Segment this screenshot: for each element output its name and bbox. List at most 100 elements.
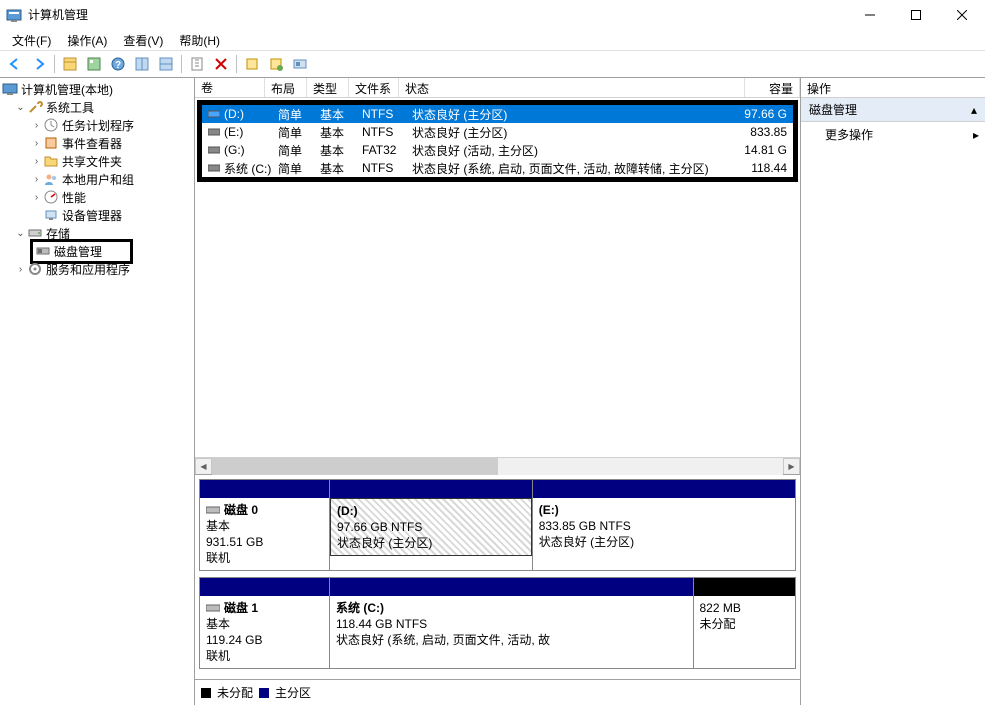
partition-status: 未分配 [700,616,790,632]
forward-button[interactable] [28,53,50,75]
partition-header [694,578,796,596]
disk-mgmt-icon [35,243,51,259]
scroll-track[interactable] [212,458,783,475]
actions-section[interactable]: 磁盘管理 ▴ [801,98,985,122]
scroll-right-button[interactable]: ▶ [783,458,800,475]
scroll-thumb[interactable] [212,458,498,475]
toolbar-icon-9[interactable] [265,53,287,75]
toolbar-icon-8[interactable] [241,53,263,75]
tree-disk-management[interactable]: 磁盘管理 [0,242,194,260]
volume-layout: 简单 [272,159,314,178]
expand-icon[interactable]: › [30,174,43,185]
navigation-tree[interactable]: 计算机管理(本地) ⌄ 系统工具 ›任务计划程序 ›事件查看器 ›共享文件夹 [0,78,195,705]
disk-partitions: 系统 (C:)118.44 GB NTFS状态良好 (系统, 启动, 页面文件,… [330,578,795,668]
volume-name: (E:) [224,125,243,139]
horizontal-scrollbar[interactable]: ◀ ▶ [195,457,800,474]
disk-size: 931.51 GB [206,534,323,550]
scroll-left-button[interactable]: ◀ [195,458,212,475]
volume-fs: NTFS [356,160,406,176]
disk-info[interactable]: 磁盘 1基本119.24 GB联机 [200,578,330,668]
toolbar-icon-10[interactable] [289,53,311,75]
disk-info[interactable]: 磁盘 0基本931.51 GB联机 [200,480,330,570]
tree-device-manager[interactable]: ›设备管理器 [0,206,194,224]
menu-action[interactable]: 操作(A) [59,30,115,50]
volume-row[interactable]: 系统 (C:)简单基本NTFS状态良好 (系统, 启动, 页面文件, 活动, 故… [202,159,793,177]
toolbar-icon-4[interactable] [131,53,153,75]
expand-icon[interactable]: › [30,138,43,149]
disk-status: 联机 [206,648,323,664]
menu-file[interactable]: 文件(F) [4,30,59,50]
toolbar-icon-help[interactable]: ? [107,53,129,75]
drive-icon [208,145,220,155]
volume-list[interactable]: (D:)简单基本NTFS状态良好 (主分区)97.66 G (E:) 简单基本NTF… [197,100,798,182]
expand-icon[interactable]: › [30,156,43,167]
partition[interactable]: (E:)833.85 GB NTFS状态良好 (主分区) [532,480,795,570]
col-status[interactable]: 状态 [399,78,745,97]
col-volume[interactable]: 卷 [195,78,265,97]
partition-status: 状态良好 (系统, 启动, 页面文件, 活动, 故 [336,632,687,648]
content-pane: 卷 布局 类型 文件系统 状态 容量 (D:)简单基本NTFS状态良好 (主分区… [195,78,801,705]
expand-icon[interactable]: › [30,120,43,131]
app-icon [6,7,22,23]
users-icon [43,171,59,187]
volume-status: 状态良好 (主分区) [406,123,738,142]
back-button[interactable] [4,53,26,75]
partition[interactable]: 822 MB未分配 [693,578,796,668]
volume-row[interactable]: (G:)简单基本FAT32状态良好 (活动, 主分区)14.81 G [202,141,793,159]
menu-help[interactable]: 帮助(H) [171,30,228,50]
tools-icon [27,99,43,115]
toolbar-icon-2[interactable] [83,53,105,75]
partition[interactable]: (D:)97.66 GB NTFS状态良好 (主分区) [330,480,532,570]
device-icon [43,207,59,223]
expand-icon[interactable]: › [30,192,43,203]
volume-layout: 简单 [272,123,314,142]
legend: 未分配 主分区 [195,679,800,705]
collapse-icon[interactable]: ▴ [971,103,977,117]
collapse-icon[interactable]: ⌄ [14,228,27,239]
tree-event-viewer[interactable]: ›事件查看器 [0,134,194,152]
event-icon [43,135,59,151]
partition[interactable]: 系统 (C:)118.44 GB NTFS状态良好 (系统, 启动, 页面文件,… [330,578,693,668]
svg-text:?: ? [115,60,121,71]
toolbar-icon-1[interactable] [59,53,81,75]
partition-size: 833.85 GB NTFS [539,518,789,534]
actions-more[interactable]: 更多操作 ▸ [801,122,985,147]
tree-task-scheduler[interactable]: ›任务计划程序 [0,116,194,134]
legend-primary-label: 主分区 [275,684,311,701]
col-capacity[interactable]: 容量 [745,78,800,97]
volume-type: 基本 [314,141,356,160]
tree-system-tools[interactable]: ⌄ 系统工具 [0,98,194,116]
actions-pane: 操作 磁盘管理 ▴ 更多操作 ▸ [801,78,985,705]
disk-icon [206,603,220,613]
col-filesystem[interactable]: 文件系统 [349,78,399,97]
volume-row[interactable]: (E:)简单基本NTFS状态良好 (主分区)833.85 [202,123,793,141]
clock-icon [43,117,59,133]
minimize-button[interactable] [847,0,893,30]
disk-row[interactable]: 磁盘 1基本119.24 GB联机系统 (C:)118.44 GB NTFS状态… [199,577,796,669]
tree-services-apps[interactable]: › 服务和应用程序 [0,260,194,278]
menu-view[interactable]: 查看(V) [115,30,171,50]
tree-performance[interactable]: ›性能 [0,188,194,206]
maximize-button[interactable] [893,0,939,30]
tree-local-users[interactable]: ›本地用户和组 [0,170,194,188]
collapse-icon[interactable]: ⌄ [14,102,27,113]
toolbar-delete-icon[interactable] [210,53,232,75]
disk-row[interactable]: 磁盘 0基本931.51 GB联机(D:)97.66 GB NTFS状态良好 (… [199,479,796,571]
volume-row[interactable]: (D:)简单基本NTFS状态良好 (主分区)97.66 G [202,105,793,123]
close-button[interactable] [939,0,985,30]
legend-unallocated-label: 未分配 [217,684,253,701]
toolbar-icon-6[interactable] [186,53,208,75]
separator [181,55,182,73]
col-type[interactable]: 类型 [307,78,349,97]
toolbar-icon-5[interactable] [155,53,177,75]
volume-list-header[interactable]: 卷 布局 类型 文件系统 状态 容量 [195,78,800,98]
tree-shared-folders[interactable]: ›共享文件夹 [0,152,194,170]
col-layout[interactable]: 布局 [265,78,307,97]
disk-graphical-view[interactable]: 磁盘 0基本931.51 GB联机(D:)97.66 GB NTFS状态良好 (… [195,474,800,679]
partition-status: 状态良好 (主分区) [539,534,789,550]
tree-root[interactable]: 计算机管理(本地) [0,80,194,98]
disk-status: 联机 [206,550,323,566]
disk-partitions: (D:)97.66 GB NTFS状态良好 (主分区)(E:)833.85 GB… [330,480,795,570]
volume-capacity: 97.66 G [738,106,793,122]
expand-icon[interactable]: › [14,264,27,275]
